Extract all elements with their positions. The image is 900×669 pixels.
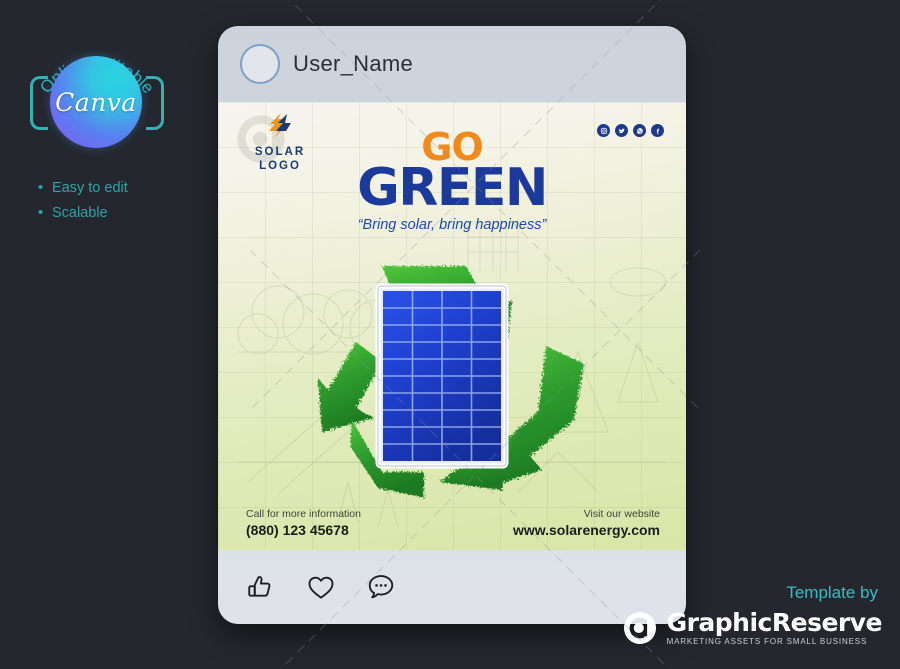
- website-url[interactable]: www.solarenergy.com: [513, 523, 660, 537]
- canva-logo-text: Canva: [55, 87, 137, 117]
- bracket-left-icon: [30, 76, 48, 130]
- heart-icon[interactable]: [306, 572, 336, 602]
- post-action-bar: [218, 550, 686, 624]
- list-item: Scalable: [38, 200, 128, 226]
- call-label: Call for more information: [246, 508, 361, 520]
- contact-phone-block: Call for more information (880) 123 4567…: [246, 507, 361, 537]
- post-contact-footer: Call for more information (880) 123 4567…: [218, 504, 686, 550]
- graphicreserve-logo-icon: [623, 611, 656, 645]
- canva-template-badge: Online Editable Template Canva: [22, 26, 172, 174]
- graphicreserve-branding: Template by GraphicReserve MARKETING ASS…: [621, 583, 883, 647]
- post-header: User_Name: [218, 26, 686, 102]
- recycle-arrow-left: [318, 342, 382, 432]
- bracket-right-icon: [146, 76, 164, 130]
- template-by-label: Template by: [786, 583, 878, 602]
- headline-block: GO GREEN “Bring solar, bring happiness”: [218, 128, 686, 233]
- solar-panel: [375, 283, 509, 469]
- phone-number: (880) 123 45678: [246, 522, 349, 538]
- post-image: SOLAR LOGO GO GREEN “Bring solar, bring …: [218, 102, 686, 550]
- like-icon[interactable]: [246, 572, 276, 602]
- left-info-panel: Online Editable Template Canva Easy to e…: [0, 0, 218, 669]
- feature-bullet-list: Easy to edit Scalable: [38, 175, 128, 226]
- headline-tagline: “Bring solar, bring happiness”: [357, 217, 547, 233]
- list-item: Easy to edit: [38, 175, 128, 201]
- website-label: Visit our website: [583, 508, 660, 520]
- comment-icon[interactable]: [366, 572, 396, 602]
- avatar[interactable]: [240, 44, 280, 84]
- recycle-solar-artwork: [318, 266, 584, 498]
- brand-name: GraphicReserve: [666, 608, 883, 637]
- contact-website-block: Visit our website www.solarenergy.com: [513, 507, 660, 537]
- social-post-card: User_Name SOLAR LOGO GO GREEN “Bring sol…: [218, 26, 686, 624]
- user-name-label: User_Name: [293, 51, 414, 76]
- canva-logo-circle: Canva: [50, 56, 142, 148]
- headline-line-2: GREEN: [357, 158, 548, 218]
- brand-tagline: MARKETING ASSETS FOR SMALL BUSINESS: [666, 637, 868, 646]
